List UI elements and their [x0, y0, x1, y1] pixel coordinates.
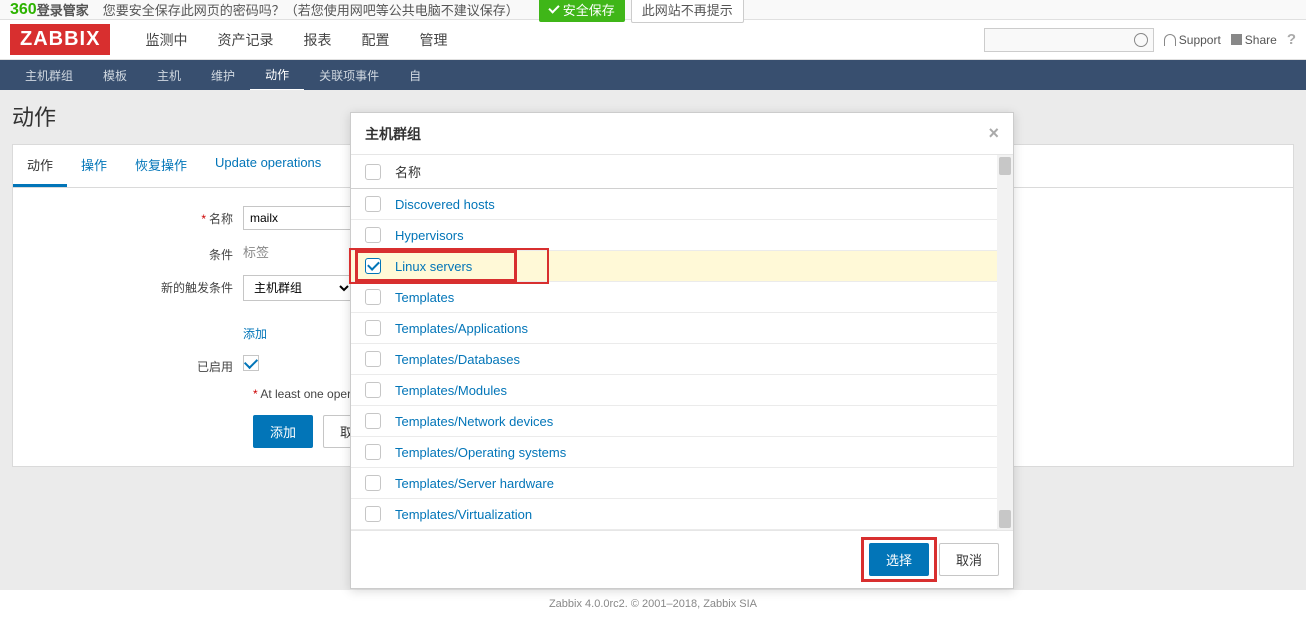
never-prompt-button[interactable]: 此网站不再提示 — [631, 0, 744, 23]
modal-checkbox-10[interactable] — [365, 506, 381, 522]
nav-inventory[interactable]: 资产记录 — [202, 20, 288, 60]
share-link[interactable]: Share — [1231, 33, 1277, 47]
modal-list-header: 名称 — [351, 155, 997, 189]
secure-save-button[interactable]: 安全保存 — [539, 0, 625, 22]
modal-checkbox-1[interactable] — [365, 227, 381, 243]
modal-select-button[interactable]: 选择 — [869, 543, 929, 576]
nav-monitoring[interactable]: 监测中 — [130, 20, 202, 60]
share-icon — [1231, 34, 1242, 45]
subnav-actions[interactable]: 动作 — [250, 60, 304, 91]
scroll-down-icon[interactable] — [999, 510, 1011, 528]
browser-topbar: 360 登录管家 您要安全保存此网页的密码吗？（若您使用网吧等公共电脑不建议保存… — [0, 0, 1306, 20]
close-icon[interactable]: × — [988, 123, 999, 144]
check-icon — [548, 2, 559, 13]
scroll-up-icon[interactable] — [999, 157, 1011, 175]
modal-item-label[interactable]: Hypervisors — [395, 228, 464, 243]
modal-cancel-button[interactable]: 取消 — [939, 543, 999, 576]
subnav-hostgroups[interactable]: 主机群组 — [10, 61, 88, 90]
modal-scrollbar[interactable] — [997, 155, 1013, 530]
brand-suffix: 登录管家 — [37, 0, 89, 19]
modal-checkbox-0[interactable] — [365, 196, 381, 212]
modal-row-2[interactable]: Linux servers — [351, 251, 997, 282]
support-link[interactable]: Support — [1164, 33, 1221, 47]
condition-label: 条件 — [33, 242, 243, 263]
modal-checkbox-7[interactable] — [365, 413, 381, 429]
subnav-hosts[interactable]: 主机 — [142, 61, 196, 90]
tab-action[interactable]: 动作 — [13, 145, 67, 187]
modal-row-1[interactable]: Hypervisors — [351, 220, 997, 251]
enabled-label: 已启用 — [33, 354, 243, 375]
modal-body: 名称 Discovered hosts Hypervisors Linux serv… — [351, 155, 1013, 530]
trigger-type-select[interactable]: 主机群组 — [243, 275, 353, 301]
hostgroup-modal: 主机群组 × 名称 Discovered hosts Hypervisors Lin… — [350, 112, 1014, 589]
modal-item-label[interactable]: Templates/Operating systems — [395, 445, 566, 460]
search-input[interactable] — [984, 28, 1154, 52]
tab-recovery[interactable]: 恢复操作 — [121, 145, 201, 187]
modal-row-5[interactable]: Templates/Databases — [351, 344, 997, 375]
headphone-icon — [1164, 34, 1176, 46]
brand-prefix: 360 — [10, 1, 37, 19]
modal-header: 主机群组 × — [351, 113, 1013, 155]
modal-item-label[interactable]: Templates — [395, 290, 454, 305]
modal-footer: 选择 取消 — [351, 530, 1013, 588]
name-label: *名称 — [33, 206, 243, 227]
modal-item-label[interactable]: Templates/Modules — [395, 383, 507, 398]
nav-admin[interactable]: 管理 — [404, 20, 462, 60]
modal-col-name: 名称 — [395, 162, 421, 181]
page-footer: Zabbix 4.0.0rc2. © 2001–2018, Zabbix SIA — [0, 590, 1306, 618]
modal-item-label[interactable]: Discovered hosts — [395, 197, 495, 212]
modal-checkbox-5[interactable] — [365, 351, 381, 367]
modal-row-10[interactable]: Templates/Virtualization — [351, 499, 997, 530]
modal-row-4[interactable]: Templates/Applications — [351, 313, 997, 344]
modal-checkbox-2[interactable] — [365, 258, 381, 274]
modal-checkbox-6[interactable] — [365, 382, 381, 398]
modal-row-7[interactable]: Templates/Network devices — [351, 406, 997, 437]
modal-checkbox-9[interactable] — [365, 475, 381, 491]
save-prompt: 您要安全保存此网页的密码吗？（若您使用网吧等公共电脑不建议保存） — [103, 0, 519, 19]
modal-row-6[interactable]: Templates/Modules — [351, 375, 997, 406]
modal-row-9[interactable]: Templates/Server hardware — [351, 468, 997, 499]
select-all-checkbox[interactable] — [365, 164, 381, 180]
add-condition-link[interactable]: 添加 — [243, 327, 267, 341]
subnav-templates[interactable]: 模板 — [88, 61, 142, 90]
modal-row-8[interactable]: Templates/Operating systems — [351, 437, 997, 468]
zabbix-logo[interactable]: ZABBIX — [10, 24, 110, 55]
main-navbar: ZABBIX 监测中 资产记录 报表 配置 管理 Support Share ? — [0, 20, 1306, 60]
sub-navbar: 主机群组 模板 主机 维护 动作 关联项事件 自 — [0, 60, 1306, 90]
main-content: 动作 动作 操作 恢复操作 Update operations *名称 条件 标… — [0, 90, 1306, 590]
modal-checkbox-4[interactable] — [365, 320, 381, 336]
modal-item-label[interactable]: Templates/Databases — [395, 352, 520, 367]
modal-title: 主机群组 — [365, 124, 421, 144]
trigger-condition-label: 新的触发条件 — [33, 275, 243, 296]
modal-checkbox-3[interactable] — [365, 289, 381, 305]
header-tools: Support Share ? — [984, 28, 1296, 52]
modal-checkbox-8[interactable] — [365, 444, 381, 460]
tab-operations[interactable]: 操作 — [67, 145, 121, 187]
nav-reports[interactable]: 报表 — [288, 20, 346, 60]
modal-item-label[interactable]: Templates/Applications — [395, 321, 528, 336]
condition-header: 标签 — [243, 245, 269, 260]
modal-row-3[interactable]: Templates — [351, 282, 997, 313]
nav-items: 监测中 资产记录 报表 配置 管理 — [130, 20, 462, 60]
modal-list: 名称 Discovered hosts Hypervisors Linux serv… — [351, 155, 997, 530]
help-icon[interactable]: ? — [1287, 31, 1296, 48]
modal-item-label[interactable]: Templates/Virtualization — [395, 507, 532, 522]
nav-configuration[interactable]: 配置 — [346, 20, 404, 60]
enabled-checkbox[interactable] — [243, 355, 259, 371]
modal-item-label[interactable]: Templates/Server hardware — [395, 476, 554, 491]
modal-row-0[interactable]: Discovered hosts — [351, 189, 997, 220]
modal-item-label[interactable]: Linux servers — [395, 259, 472, 274]
form-add-button[interactable]: 添加 — [253, 415, 313, 448]
tab-update-ops[interactable]: Update operations — [201, 145, 335, 187]
subnav-maintenance[interactable]: 维护 — [196, 61, 250, 90]
subnav-auto[interactable]: 自 — [394, 61, 436, 90]
modal-item-label[interactable]: Templates/Network devices — [395, 414, 553, 429]
